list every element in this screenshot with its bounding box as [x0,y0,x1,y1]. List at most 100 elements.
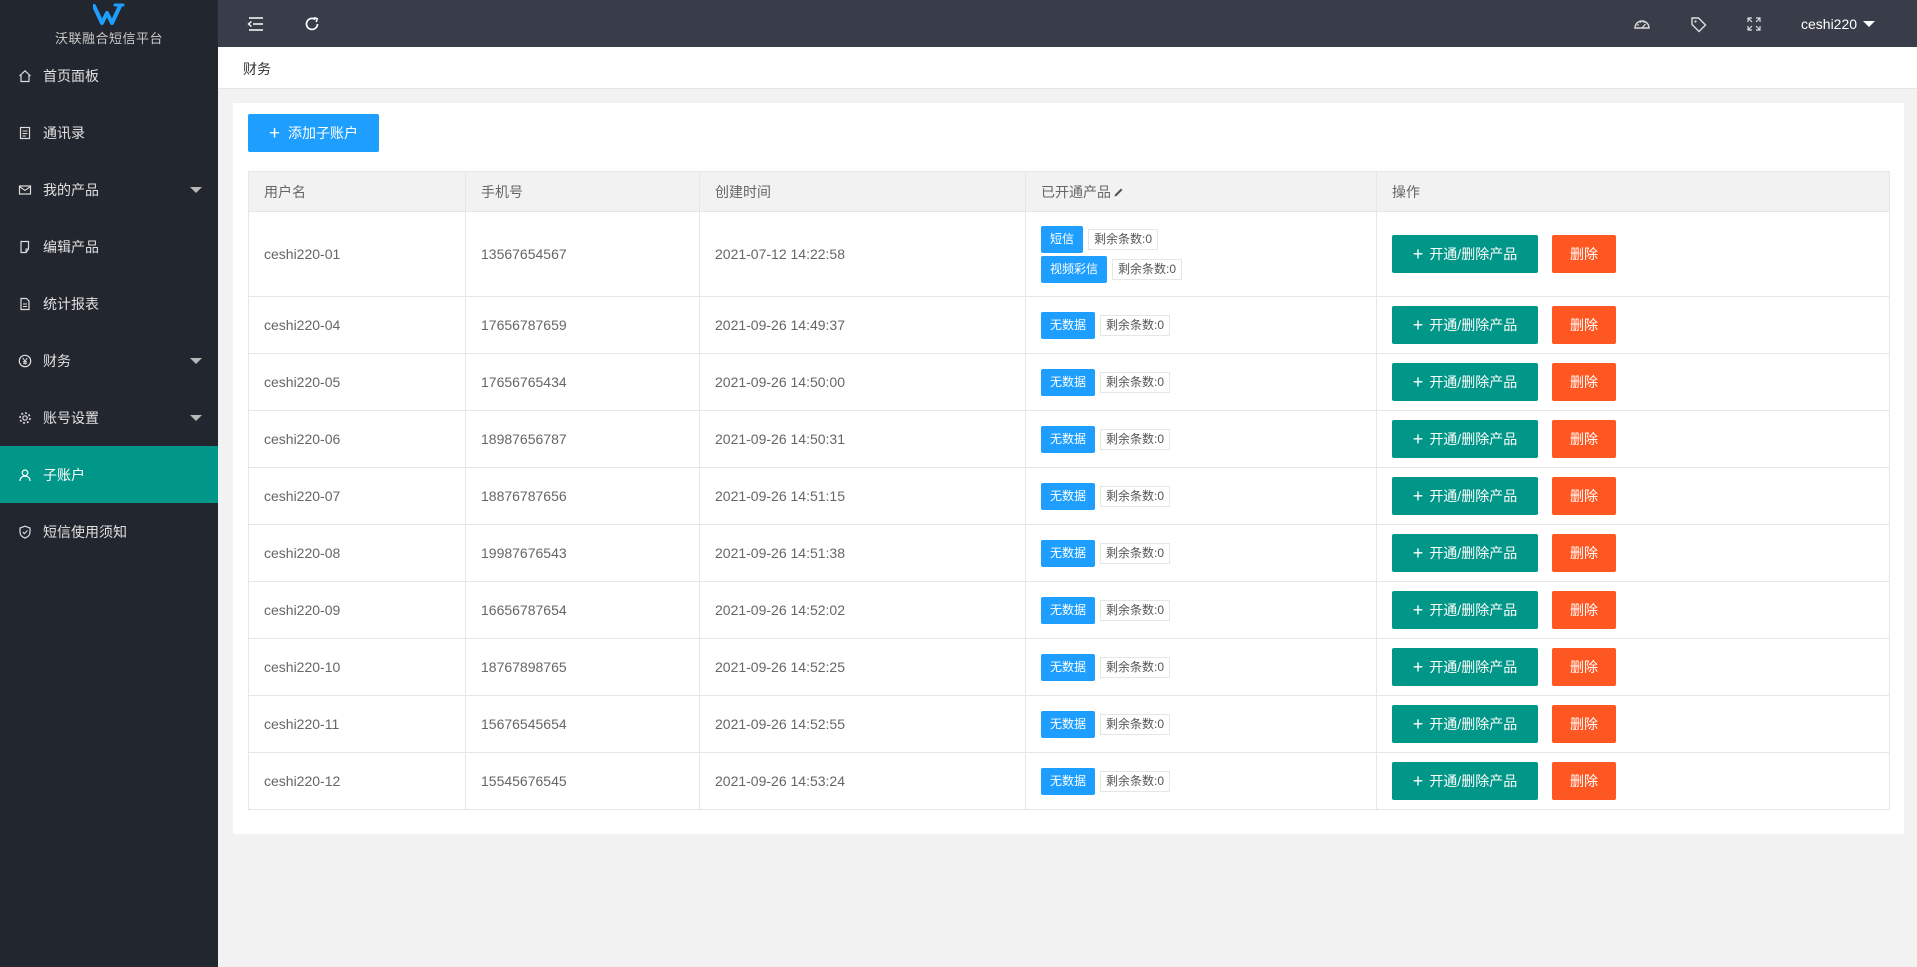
cell-phone: 18876787656 [465,467,700,525]
sidebar-item-label: 首页面板 [43,67,99,84]
delete-button[interactable]: 删除 [1552,648,1616,686]
user-menu[interactable]: ceshi220 [1801,0,1876,47]
table-row: ceshi220-11 15676545654 2021-09-26 14:52:5… [248,695,1890,753]
menu-fold-icon[interactable] [246,14,266,34]
toggle-products-label: 开通/删除产品 [1429,773,1518,789]
column-header-phone: 手机号 [465,171,700,212]
toggle-products-button[interactable]: + 开通/删除产品 [1392,363,1538,401]
sidebar-item-dashboard[interactable]: 首页面板 [0,47,218,104]
edit-doc-icon [18,240,32,254]
cell-phone: 15676545654 [465,695,700,753]
product-tag[interactable]: 无数据 [1041,653,1096,681]
cell-actions: + 开通/删除产品 删除 [1376,410,1890,468]
fullscreen-icon[interactable] [1744,14,1764,34]
toggle-products-button[interactable]: + 开通/删除产品 [1392,477,1538,515]
sub-accounts-table: 用户名 手机号 创建时间 已开通产品 操作 ceshi220-01 1356765… [248,171,1890,810]
product-tag[interactable]: 无数据 [1041,767,1096,795]
user-icon [18,468,32,482]
delete-button[interactable]: 删除 [1552,235,1616,273]
theme-icon[interactable] [1632,14,1652,34]
cell-products: 无数据 剩余条数:0 [1025,410,1377,468]
sidebar-item-label: 短信使用须知 [43,523,127,540]
toggle-products-button[interactable]: + 开通/删除产品 [1392,705,1538,743]
product-tag[interactable]: 无数据 [1041,368,1096,396]
mail-icon [18,183,32,197]
cell-username: ceshi220-11 [248,695,466,753]
sidebar-item-reports[interactable]: 统计报表 [0,275,218,332]
cell-phone: 18987656787 [465,410,700,468]
toggle-products-label: 开通/删除产品 [1429,545,1518,561]
logo[interactable]: 沃联融合短信平台 [0,0,218,47]
cell-products: 无数据 剩余条数:0 [1025,581,1377,639]
table-row: ceshi220-06 18987656787 2021-09-26 14:50:3… [248,410,1890,468]
delete-button[interactable]: 删除 [1552,705,1616,743]
delete-button[interactable]: 删除 [1552,363,1616,401]
sidebar-item-finance[interactable]: 财务 [0,332,218,389]
product-tag[interactable]: 无数据 [1041,710,1096,738]
cell-created: 2021-09-26 14:49:37 [699,296,1026,354]
product-entry: 无数据 剩余条数:0 [1041,482,1361,510]
delete-button[interactable]: 删除 [1552,420,1616,458]
remaining-count: 剩余条数:0 [1100,713,1171,735]
product-entry: 无数据 剩余条数:0 [1041,539,1361,567]
column-header-created: 创建时间 [699,171,1026,212]
delete-button[interactable]: 删除 [1552,306,1616,344]
plus-icon: + [1412,429,1424,449]
cell-products: 无数据 剩余条数:0 [1025,752,1377,810]
cell-products: 无数据 剩余条数:0 [1025,296,1377,354]
toggle-products-label: 开通/删除产品 [1429,659,1518,675]
refresh-icon[interactable] [302,14,322,34]
sidebar-item-edit-products[interactable]: 编辑产品 [0,218,218,275]
delete-button[interactable]: 删除 [1552,762,1616,800]
product-tag[interactable]: 无数据 [1041,425,1096,453]
toggle-products-button[interactable]: + 开通/删除产品 [1392,420,1538,458]
sidebar-item-contacts[interactable]: 通讯录 [0,104,218,161]
product-entry: 无数据 剩余条数:0 [1041,767,1361,795]
main-card: + 添加子账户 用户名 手机号 创建时间 已开通产品 操作 ceshi220-0… [233,103,1904,834]
plus-icon: + [1412,657,1424,677]
cell-products: 无数据 剩余条数:0 [1025,695,1377,753]
cell-created: 2021-07-12 14:22:58 [699,211,1026,297]
cell-products: 无数据 剩余条数:0 [1025,353,1377,411]
sidebar-item-sms-notice[interactable]: 短信使用须知 [0,503,218,560]
delete-button[interactable]: 删除 [1552,534,1616,572]
delete-button[interactable]: 删除 [1552,591,1616,629]
cell-actions: + 开通/删除产品 删除 [1376,353,1890,411]
tag-icon[interactable] [1688,14,1708,34]
sidebar-item-sub-accounts[interactable]: 子账户 [0,446,218,503]
sidebar-item-account-settings[interactable]: 账号设置 [0,389,218,446]
toggle-products-button[interactable]: + 开通/删除产品 [1392,648,1538,686]
chevron-down-icon [190,186,202,193]
toggle-products-button[interactable]: + 开通/删除产品 [1392,591,1538,629]
toggle-products-label: 开通/删除产品 [1429,488,1518,504]
toggle-products-button[interactable]: + 开通/删除产品 [1392,235,1538,273]
cell-actions: + 开通/删除产品 删除 [1376,638,1890,696]
cell-phone: 17656787659 [465,296,700,354]
cell-actions: + 开通/删除产品 删除 [1376,211,1890,297]
toggle-products-button[interactable]: + 开通/删除产品 [1392,534,1538,572]
gear-icon [18,411,32,425]
sidebar-item-my-products[interactable]: 我的产品 [0,161,218,218]
delete-button[interactable]: 删除 [1552,477,1616,515]
product-tag[interactable]: 无数据 [1041,539,1096,567]
add-sub-account-button[interactable]: + 添加子账户 [248,114,379,152]
contacts-icon [18,126,32,140]
table-row: ceshi220-10 18767898765 2021-09-26 14:52:2… [248,638,1890,696]
product-tag[interactable]: 短信 [1041,225,1084,253]
cell-actions: + 开通/删除产品 删除 [1376,296,1890,354]
product-tag[interactable]: 无数据 [1041,596,1096,624]
sidebar-item-label: 统计报表 [43,295,99,312]
product-tag[interactable]: 视频彩信 [1041,255,1108,283]
cell-created: 2021-09-26 14:51:15 [699,467,1026,525]
username: ceshi220 [1801,15,1858,32]
cell-products: 短信 剩余条数:0 视频彩信 剩余条数:0 [1025,211,1377,297]
breadcrumb: 财务 [218,47,1917,89]
column-header-products-label: 已开通产品 [1041,183,1111,200]
product-tag[interactable]: 无数据 [1041,311,1096,339]
toggle-products-button[interactable]: + 开通/删除产品 [1392,306,1538,344]
toggle-products-button[interactable]: + 开通/删除产品 [1392,762,1538,800]
cell-phone: 19987676543 [465,524,700,582]
cell-username: ceshi220-06 [248,410,466,468]
product-tag[interactable]: 无数据 [1041,482,1096,510]
finance-icon [18,354,32,368]
